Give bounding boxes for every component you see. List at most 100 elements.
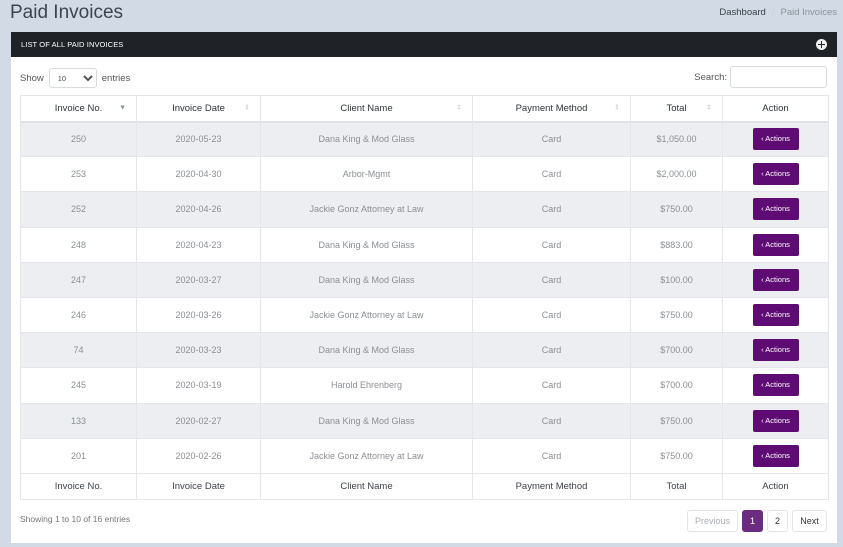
actions-button[interactable]: ‹ Actions [752, 374, 799, 397]
cell-action: ‹ Actions [722, 402, 829, 439]
search-input[interactable] [730, 66, 827, 88]
cell-client-name: Dana King & Mod Glass [260, 120, 473, 158]
actions-button[interactable]: ‹ Actions [752, 304, 799, 327]
entries-label: entries [101, 72, 131, 84]
cell-total: $700.00 [630, 332, 723, 369]
actions-button[interactable]: ‹ Actions [752, 409, 799, 432]
cell-invoice-no: 253 [20, 156, 137, 193]
breadcrumb: Dashboard / Paid Invoices [719, 7, 837, 18]
sort-icon: ⇕ [244, 104, 250, 112]
actions-button[interactable]: ‹ Actions [752, 233, 799, 256]
pagination: Previous 1 2 Next [687, 510, 827, 532]
table-footer-row: Invoice No. Invoice Date Client Name Pay… [20, 472, 829, 500]
cell-action: ‹ Actions [722, 120, 829, 158]
table-toolbar: Show 10 entries Search: [11, 66, 837, 90]
cell-client-name: Dana King & Mod Glass [260, 332, 473, 369]
column-header-label: Client Name [340, 102, 393, 114]
column-header-client-name[interactable]: Client Name ⇕ [260, 95, 473, 123]
actions-button[interactable]: ‹ Actions [752, 163, 799, 186]
column-header-invoice-date[interactable]: Invoice Date ⇕ [136, 95, 261, 123]
table-row: 245 2020-03-19 Harold Ehrenberg Card $700.00… [20, 367, 829, 404]
table-info: Showing 1 to 10 of 16 entries [20, 514, 131, 524]
footer-payment-method: Payment Method [472, 472, 631, 500]
cell-payment-method: Card [472, 261, 631, 298]
cell-total: $100.00 [630, 261, 723, 298]
cell-action: ‹ Actions [722, 226, 829, 263]
pagination-previous-button[interactable]: Previous [687, 510, 738, 532]
pagination-page-2[interactable]: 2 [767, 510, 788, 532]
cell-client-name: Jackie Gonz Attorney at Law [260, 437, 473, 474]
invoices-table: Invoice No. ▼ Invoice Date ⇕ Client Name ⇕ … [20, 95, 829, 500]
table-row: 133 2020-02-27 Dana King & Mod Glass Card $7… [20, 402, 829, 439]
cell-invoice-no: 245 [20, 367, 137, 404]
actions-button[interactable]: ‹ Actions [752, 128, 799, 151]
cell-invoice-no: 246 [20, 296, 137, 334]
cell-action: ‹ Actions [722, 156, 829, 193]
footer-invoice-date: Invoice Date [136, 472, 261, 500]
page-title: Paid Invoices [10, 2, 124, 23]
cell-client-name: Dana King & Mod Glass [260, 402, 473, 439]
cell-payment-method: Card [472, 296, 631, 334]
search-control: Search: [694, 66, 827, 88]
footer-invoice-no: Invoice No. [20, 472, 137, 500]
cell-payment-method: Card [472, 191, 631, 228]
cell-payment-method: Card [472, 367, 631, 404]
cell-invoice-no: 74 [20, 332, 137, 369]
cell-payment-method: Card [472, 437, 631, 474]
footer-client-name: Client Name [260, 472, 473, 500]
cell-client-name: Harold Ehrenberg [260, 367, 473, 404]
footer-action: Action [722, 472, 829, 500]
cell-client-name: Arbor-Mgmt [260, 156, 473, 193]
cell-invoice-no: 133 [20, 402, 137, 439]
column-header-invoice-no[interactable]: Invoice No. ▼ [20, 95, 137, 123]
cell-total: $750.00 [630, 402, 723, 439]
column-header-label: Payment Method [515, 102, 588, 114]
table-body: 250 2020-05-23 Dana King & Mod Glass Card $1… [20, 120, 829, 474]
cell-payment-method: Card [472, 332, 631, 369]
table-row: 74 2020-03-23 Dana King & Mod Glass Card $70… [20, 332, 829, 369]
cell-action: ‹ Actions [722, 261, 829, 298]
table-row: 246 2020-03-26 Jackie Gonz Attorney at Law… [20, 296, 829, 334]
entries-per-page-select[interactable]: 10 [48, 68, 97, 88]
globe-icon[interactable] [816, 39, 827, 50]
column-header-payment-method[interactable]: Payment Method ⇕ [472, 95, 631, 123]
cell-invoice-no: 248 [20, 226, 137, 263]
breadcrumb-current: Paid Invoices [780, 7, 837, 18]
actions-button[interactable]: ‹ Actions [752, 339, 799, 362]
pagination-next-button[interactable]: Next [792, 510, 827, 532]
cell-client-name: Jackie Gonz Attorney at Law [260, 296, 473, 334]
table-row: 252 2020-04-26 Jackie Gonz Attorney at Law… [20, 191, 829, 228]
cell-invoice-date: 2020-04-23 [136, 226, 261, 263]
cell-client-name: Dana King & Mod Glass [260, 261, 473, 298]
cell-action: ‹ Actions [722, 296, 829, 334]
cell-invoice-date: 2020-04-26 [136, 191, 261, 228]
cell-client-name: Dana King & Mod Glass [260, 226, 473, 263]
cell-total: $883.00 [630, 226, 723, 263]
cell-total: $750.00 [630, 296, 723, 334]
column-header-label: Invoice No. [54, 102, 103, 114]
cell-invoice-no: 252 [20, 191, 137, 228]
card-title: LIST OF ALL PAID INVOICES [21, 40, 124, 49]
card-header: LIST OF ALL PAID INVOICES [11, 32, 837, 57]
breadcrumb-dashboard-link[interactable]: Dashboard [719, 7, 765, 18]
sort-icon: ⇕ [456, 104, 462, 112]
sort-icon: ⇕ [614, 104, 620, 112]
column-header-total[interactable]: Total ⇕ [630, 95, 723, 123]
cell-total: $750.00 [630, 437, 723, 474]
table-row: 248 2020-04-23 Dana King & Mod Glass Card $8… [20, 226, 829, 263]
cell-total: $750.00 [630, 191, 723, 228]
cell-invoice-date: 2020-02-26 [136, 437, 261, 474]
actions-button[interactable]: ‹ Actions [752, 198, 799, 221]
actions-button[interactable]: ‹ Actions [752, 444, 799, 467]
cell-total: $2,000.00 [630, 156, 723, 193]
table-header-row: Invoice No. ▼ Invoice Date ⇕ Client Name ⇕ … [20, 95, 829, 123]
cell-invoice-date: 2020-03-19 [136, 367, 261, 404]
actions-button[interactable]: ‹ Actions [752, 268, 799, 291]
footer-total: Total [630, 472, 723, 500]
entries-length-control: Show 10 entries [20, 68, 130, 88]
cell-invoice-date: 2020-03-23 [136, 332, 261, 369]
cell-invoice-date: 2020-03-27 [136, 261, 261, 298]
pagination-page-1[interactable]: 1 [742, 510, 763, 532]
invoices-card: LIST OF ALL PAID INVOICES Show 10 entrie… [11, 32, 837, 543]
cell-invoice-date: 2020-05-23 [136, 120, 261, 158]
